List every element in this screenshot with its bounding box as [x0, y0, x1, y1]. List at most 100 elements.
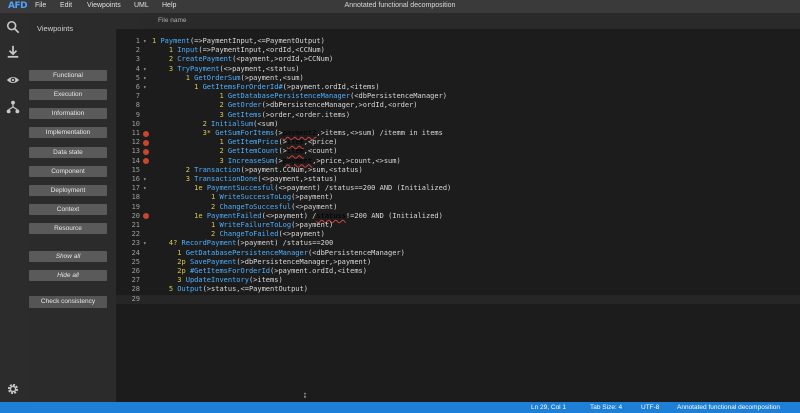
code-line[interactable]: 13 2 GetItemCount(>item,<count) [132, 147, 800, 156]
viewpoint-component-button[interactable]: Component [29, 166, 107, 177]
sidebar-title: Viewpoints [37, 24, 74, 33]
code-line[interactable]: 6 ▾ 1 GetItemsForOrderId#(>payment.ordId,… [136, 83, 800, 92]
cursor-position[interactable]: Ln 29, Col 1 [531, 404, 566, 411]
viewpoint-information-button[interactable]: Information [29, 108, 107, 119]
error-marker-icon[interactable] [143, 130, 149, 137]
line-number: 3 [135, 55, 140, 64]
viewpoint-data-state-button[interactable]: Data state [29, 147, 107, 158]
code-line[interactable]: 14 3 IncreaseSum(>payment,>price,>count,… [132, 156, 800, 166]
menu-edit[interactable]: Edit [60, 2, 72, 9]
step-number: 4? [168, 239, 182, 248]
code-line[interactable]: 25 2p SavePayment(>dbPersistenceManager,… [132, 258, 800, 267]
code-line[interactable]: 24 1 GetDatabasePersistenceManager(<dbPe… [132, 248, 800, 258]
code-line[interactable]: 23 ▾ 4? RecordPayment(>payment) /status==… [132, 239, 800, 248]
line-number: 24 [131, 248, 140, 257]
fold-chevron-icon[interactable]: ▾ [143, 65, 147, 74]
line-number: 22 [131, 230, 140, 239]
code-line[interactable]: 26 2p #GetItemsForOrderId(>payment.ordId… [132, 267, 800, 276]
code-line[interactable]: 29 [116, 294, 800, 304]
menu-uml[interactable]: UML [134, 2, 149, 9]
function-name: ChangeToSuccesful [219, 202, 292, 211]
code-token: (<>payment) /status==200 AND (Initialize… [274, 184, 452, 193]
encoding[interactable]: UTF-8 [641, 404, 659, 411]
code-line[interactable]: 16 ▾ 3 TransactionDone(<>payment,>status) [132, 175, 800, 184]
code-line[interactable]: 19 2 ChangeToSuccesful(<>payment) [132, 202, 800, 212]
viewpoint-functional-button[interactable]: Functional [29, 70, 107, 81]
code-line[interactable]: 3 2 CreatePayment(<payment,>ordId,>CCNum… [136, 55, 800, 64]
fold-chevron-icon[interactable]: ▾ [143, 175, 147, 184]
file-name-tab[interactable]: File name [158, 17, 187, 24]
line-number: 7 [135, 92, 140, 101]
code-line[interactable]: 12 1 GetItemPrice(>item,<price) [132, 138, 800, 147]
fold-chevron-icon[interactable]: ▾ [143, 239, 147, 248]
step-number: 1 [177, 248, 186, 257]
check-consistency-button[interactable]: Check consistency [29, 296, 107, 308]
editor-tab-bar: File name [142, 13, 800, 29]
code-line[interactable]: 8 2 GetOrder(>dbPersistenceManager,>ordI… [136, 101, 800, 110]
viewpoint-deployment-button[interactable]: Deployment [29, 185, 107, 196]
code-token: (<>payment) / [261, 211, 317, 220]
code-line[interactable]: 27 3 UpdateInventory(>items) [132, 276, 800, 285]
eye-icon[interactable] [5, 72, 21, 88]
line-number: 6 [135, 83, 140, 91]
download-icon[interactable] [5, 44, 21, 60]
error-marker-icon[interactable] [143, 139, 149, 146]
function-name: InitialSum [211, 119, 254, 128]
function-name: #GetItemsForOrderId [189, 267, 271, 275]
error-marker-icon[interactable] [143, 158, 149, 165]
code-line[interactable]: 11▾ 3* GetSumForItems(>payment2,>items,<… [132, 129, 800, 138]
code-text: 5 Output(>status,<=PaymentOutput) [152, 285, 308, 294]
code-editor[interactable]: File name 1 ▾ 1 Payment(=>PaymentInput,<=P… [116, 13, 800, 402]
code-line[interactable]: 1 ▾ 1 Payment(=>PaymentInput,<=PaymentOutp… [136, 37, 800, 46]
hide-all-button[interactable]: Hide all [29, 270, 107, 281]
code-line[interactable]: 20▾ 1e PaymentFailed(<>payment) /statuss… [132, 211, 800, 221]
code-text: 1 WriteFailureToLog(>payment) [152, 221, 333, 230]
function-name: Payment [160, 37, 190, 45]
viewpoint-context-button[interactable]: Context [29, 204, 107, 215]
code-token: (<sum) [253, 119, 279, 128]
menu-help[interactable]: Help [162, 2, 176, 9]
code-line[interactable]: 17 ▾ 1e PaymentSuccesful(<>payment) /stat… [132, 184, 800, 193]
fold-chevron-icon[interactable]: ▾ [143, 184, 147, 193]
language-mode[interactable]: Annotated functional decomposition [677, 404, 780, 411]
code-token: (=>PaymentInput,<ordId,<CCNum) [198, 46, 325, 55]
error-marker-icon[interactable] [143, 148, 149, 155]
search-icon[interactable] [5, 19, 21, 35]
fold-chevron-icon[interactable]: ▾ [143, 74, 147, 83]
tab-size[interactable]: Tab Size: 4 [590, 404, 622, 411]
step-number: 1 [185, 73, 195, 82]
error-marker-icon[interactable] [143, 213, 149, 220]
code-line[interactable]: 5 ▾ 1 GetOrderSum(>payment,<sum) [136, 73, 800, 83]
code-line[interactable]: 10 2 InitialSum(<sum) [132, 119, 800, 129]
code-line[interactable]: 28 5 Output(>status,<=PaymentOutput) [132, 285, 800, 294]
fold-chevron-icon[interactable]: ▾ [143, 83, 147, 92]
menu-file[interactable]: File [35, 2, 46, 9]
step-number: 1 [219, 92, 228, 101]
fold-chevron-icon[interactable]: ▾ [143, 37, 147, 46]
show-all-button[interactable]: Show all [29, 251, 107, 262]
error-token: payment [282, 156, 313, 165]
line-number: 13 [131, 147, 140, 156]
code-line[interactable]: 15 2 Transaction(>payment.CCNum,>sum,<st… [132, 166, 800, 175]
code-line[interactable]: 4 ▾ 3 TryPayment(<>payment,<status) [136, 65, 800, 74]
code-line[interactable]: 2 1 Input(=>PaymentInput,<ordId,<CCNum) [136, 46, 800, 55]
code-line[interactable]: 21 1 WriteFailureToLog(>payment) [132, 221, 800, 230]
viewpoint-implementation-button[interactable]: Implementation [29, 127, 107, 138]
viewpoint-execution-button[interactable]: Execution [29, 89, 107, 100]
viewpoint-resource-button[interactable]: Resource [29, 223, 107, 234]
step-number: 3 [219, 110, 228, 119]
code-line[interactable]: 22 2 ChangeToFailed(<>payment) [132, 230, 800, 239]
error-token: statuss [316, 211, 346, 220]
code-line[interactable]: 9 3 GetItems(>order,<order.items) [136, 110, 800, 120]
code-line[interactable]: 7 1 GetDatabasePersistenceManager(<dbPer… [136, 92, 800, 101]
menu-viewpoints[interactable]: Viewpoints [87, 2, 121, 9]
gear-icon[interactable] [5, 381, 21, 397]
code-line[interactable]: 18 1 WriteSuccessToLog(>payment) [132, 193, 800, 202]
code-token: (>payment.ordId,<items) [270, 267, 367, 275]
hierarchy-icon[interactable] [5, 99, 21, 115]
